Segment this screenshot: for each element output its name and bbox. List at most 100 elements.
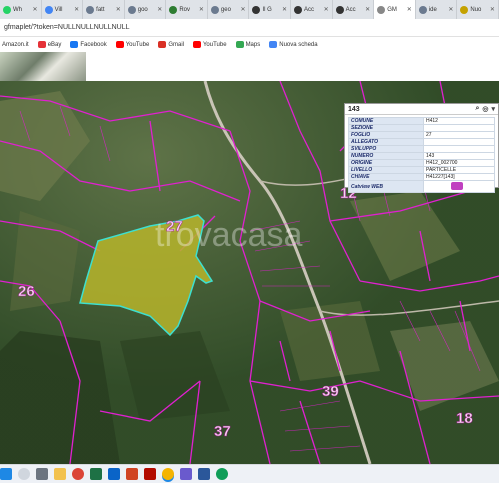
bookmark-youtube[interactable]: YouTube <box>115 41 150 48</box>
close-tab-icon[interactable]: ✕ <box>324 6 329 13</box>
search-icon[interactable] <box>18 468 30 480</box>
browser-tab[interactable]: ide ✕ <box>416 0 458 19</box>
url-text[interactable]: gfmaplet/?token=NULLNULLNULLNULL <box>4 24 129 31</box>
tab-title: Rov <box>179 6 190 13</box>
windows-taskbar <box>0 464 499 483</box>
tab-favicon-icon <box>169 5 178 14</box>
tab-favicon-icon <box>294 5 303 14</box>
header-thumbnail-image <box>0 52 86 81</box>
tab-title: Il G <box>262 6 272 13</box>
facebook-icon <box>70 41 79 48</box>
chrome-icon[interactable] <box>216 468 228 480</box>
attr-key: CHIAVE <box>348 173 424 181</box>
table-row: COMUNE H412 <box>348 117 495 125</box>
zoom-icon[interactable]: ⌕ <box>475 105 479 113</box>
browser-tab[interactable]: Rov ✕ <box>166 0 208 19</box>
table-row: Catview WEB <box>348 180 495 193</box>
browser-tab[interactable]: goo ✕ <box>125 0 167 19</box>
sheet-label-37: 37 <box>214 423 231 440</box>
acrobat-icon[interactable] <box>144 468 156 480</box>
close-tab-icon[interactable]: ✕ <box>407 6 412 13</box>
tab-favicon-icon <box>210 5 219 14</box>
catview-icon[interactable] <box>451 181 463 190</box>
tab-title: geo <box>220 6 231 13</box>
close-tab-icon[interactable]: ✕ <box>490 6 495 13</box>
bookmark-new-tab[interactable]: Nuova scheda <box>269 41 318 48</box>
attr-value: 143 <box>423 152 495 160</box>
tab-title: Wh <box>13 6 22 13</box>
close-tab-icon[interactable]: ✕ <box>282 6 287 13</box>
browser-tab[interactable]: geo ✕ <box>208 0 250 19</box>
bookmark-label: Nuova scheda <box>279 41 318 48</box>
attr-value <box>423 145 495 153</box>
bookmark-label: Maps <box>245 41 261 48</box>
attr-value: H412 <box>423 117 495 125</box>
tab-favicon-icon <box>127 5 136 14</box>
close-tab-icon[interactable]: ✕ <box>365 6 370 13</box>
sheet-label-26: 26 <box>18 283 35 300</box>
bookmark-label: YouTube <box>202 41 227 48</box>
gmail-icon <box>158 41 167 48</box>
popup-title: 143 <box>348 105 360 113</box>
bookmark-label: YouTube <box>125 41 150 48</box>
browser-tab[interactable]: Wh ✕ <box>0 0 42 19</box>
tab-title: Vill <box>54 6 63 13</box>
task-view-icon[interactable] <box>36 468 48 480</box>
parcel-attributes-table: COMUNE H412 SEZIONE FOGLIO 27 ALLEGATO SVI… <box>348 117 495 193</box>
tab-favicon-icon <box>44 5 53 14</box>
powerpoint-icon[interactable] <box>126 468 138 480</box>
word-icon[interactable] <box>198 468 210 480</box>
tab-title: Acc <box>345 6 356 13</box>
outlook-icon[interactable] <box>108 468 120 480</box>
sheet-label-18: 18 <box>456 410 473 427</box>
browser-tab[interactable]: Acc ✕ <box>333 0 375 19</box>
chrome-icon[interactable] <box>72 468 84 480</box>
attr-key: LIVELLO <box>348 166 424 174</box>
bookmark-label: Facebook <box>80 41 107 48</box>
tab-title: ide <box>428 6 437 13</box>
close-tab-icon[interactable]: ✕ <box>199 6 204 13</box>
sheet-label-27: 27 <box>166 218 183 235</box>
close-tab-icon[interactable]: ✕ <box>116 6 121 13</box>
bookmark-facebook[interactable]: Facebook <box>70 41 107 48</box>
attr-value <box>423 138 495 146</box>
parcel-info-popup: 143 ⌕ ◎ ▾ COMUNE H412 SEZIONE FOGLIO 27 AL… <box>344 103 499 193</box>
calendar-icon[interactable] <box>180 468 192 480</box>
close-tab-icon[interactable]: ✕ <box>240 6 245 13</box>
file-explorer-icon[interactable] <box>54 468 66 480</box>
browser-tab[interactable]: Il G ✕ <box>249 0 292 19</box>
address-bar[interactable]: gfmaplet/?token=NULLNULLNULLNULL <box>0 19 499 37</box>
attr-value: H412_002700 <box>423 159 495 167</box>
browser-tab-active[interactable]: GM ✕ <box>374 0 416 19</box>
windows-start-icon[interactable] <box>0 468 12 480</box>
popup-header: 143 ⌕ ◎ ▾ <box>345 104 498 115</box>
bookmark-ebay[interactable]: eBay <box>37 41 61 48</box>
bookmark-maps[interactable]: Maps <box>235 41 261 48</box>
browser-tab[interactable]: Nuo ✕ <box>457 0 499 19</box>
browser-tab[interactable]: Acc ✕ <box>291 0 333 19</box>
tab-title: goo <box>137 6 148 13</box>
table-row: SVILUPPO <box>348 145 495 153</box>
bookmark-youtube-2[interactable]: YouTube <box>192 41 227 48</box>
bookmark-gmail[interactable]: Gmail <box>158 41 184 48</box>
browser-tab[interactable]: Vill ✕ <box>42 0 84 19</box>
close-tab-icon[interactable]: ✕ <box>448 6 453 13</box>
chrome-active-icon[interactable] <box>162 468 174 480</box>
bookmark-amazon[interactable]: Amazon.it <box>2 42 29 48</box>
minimize-icon[interactable]: ▾ <box>491 105 495 113</box>
attr-key: ALLEGATO <box>348 138 424 146</box>
browser-tab[interactable]: fatt ✕ <box>83 0 125 19</box>
globe-icon[interactable]: ◎ <box>482 105 488 113</box>
table-row: FOGLIO 27 <box>348 131 495 139</box>
attr-key: COMUNE <box>348 117 424 125</box>
close-tab-icon[interactable]: ✕ <box>157 6 162 13</box>
table-row: LIVELLO PARTICELLE <box>348 166 495 174</box>
tab-favicon-icon <box>418 5 427 14</box>
table-row: ORIGINE H412_002700 <box>348 159 495 167</box>
close-tab-icon[interactable]: ✕ <box>74 6 79 13</box>
close-tab-icon[interactable]: ✕ <box>33 6 38 13</box>
excel-icon[interactable] <box>90 468 102 480</box>
catview-link[interactable] <box>423 180 495 193</box>
maps-icon <box>235 41 244 48</box>
ebay-icon <box>37 41 46 48</box>
